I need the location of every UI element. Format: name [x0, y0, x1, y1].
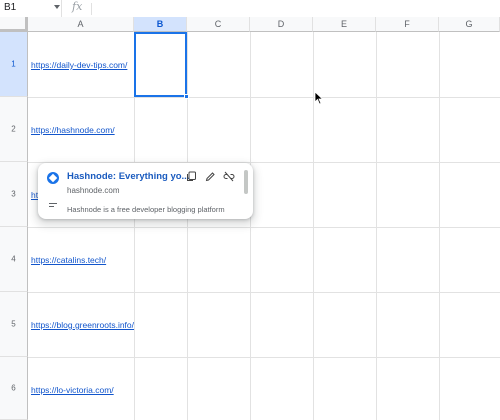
fill-handle[interactable]	[184, 94, 189, 99]
link-preview-domain: hashnode.com	[67, 186, 120, 195]
grid-line	[439, 32, 440, 420]
row-header-5[interactable]: 5	[0, 292, 28, 357]
row-header-1[interactable]: 1	[0, 32, 28, 97]
grid-line	[28, 357, 500, 358]
grid-line	[376, 32, 377, 420]
formula-input[interactable]	[96, 2, 496, 15]
copy-link-icon[interactable]	[185, 170, 198, 183]
card-scrollbar[interactable]	[244, 170, 248, 194]
row-header-3[interactable]: 3	[0, 162, 28, 227]
cell-grid[interactable]	[28, 32, 500, 420]
name-box-value: B1	[4, 2, 17, 13]
grid-line	[250, 32, 251, 420]
column-header-f[interactable]: F	[376, 17, 439, 32]
column-header-b[interactable]: B	[134, 17, 187, 32]
cell-a4-link[interactable]: https://catalins.tech/	[31, 255, 106, 265]
fx-icon: fx	[72, 0, 83, 13]
row-number: 6	[11, 383, 16, 393]
link-preview-card[interactable]: Hashnode: Everything yo... hashnode.com …	[38, 163, 253, 219]
row-header-6[interactable]: 6	[0, 357, 28, 420]
cell-a2-link[interactable]: https://hashnode.com/	[31, 125, 115, 135]
mouse-pointer-icon	[314, 91, 324, 105]
row-number: 5	[11, 319, 16, 329]
edit-link-icon[interactable]	[204, 170, 217, 183]
row-number: 4	[11, 254, 16, 264]
formula-bar: B1 fx	[0, 0, 500, 18]
active-cell-b1[interactable]	[134, 32, 187, 97]
description-icon	[49, 203, 57, 208]
row-header-4[interactable]: 4	[0, 227, 28, 292]
chevron-down-icon[interactable]	[54, 5, 60, 9]
remove-link-icon[interactable]	[222, 170, 235, 183]
column-header-a[interactable]: A	[28, 17, 134, 32]
row-number: 2	[11, 124, 16, 134]
column-header-e[interactable]: E	[313, 17, 376, 32]
grid-line	[187, 32, 188, 420]
column-header-d[interactable]: D	[250, 17, 313, 32]
name-box[interactable]: B1	[0, 0, 62, 17]
cell-a1-link[interactable]: https://daily-dev-tips.com/	[31, 60, 127, 70]
link-preview-description: Hashnode is a free developer blogging pl…	[67, 205, 225, 214]
cell-a5-link[interactable]: https://blog.greenroots.info/	[31, 320, 134, 330]
formula-divider	[91, 3, 92, 15]
row-number: 1	[11, 59, 16, 69]
cell-a6-link[interactable]: https://lo-victoria.com/	[31, 385, 114, 395]
grid-line	[28, 227, 500, 228]
row-header-2[interactable]: 2	[0, 97, 28, 162]
grid-line	[28, 292, 500, 293]
select-all-corner[interactable]	[0, 17, 28, 32]
grid-line	[28, 97, 500, 98]
hashnode-favicon-icon	[47, 172, 59, 184]
link-preview-title[interactable]: Hashnode: Everything yo...	[67, 171, 197, 182]
column-header-c[interactable]: C	[187, 17, 250, 32]
column-header-g[interactable]: G	[439, 17, 500, 32]
row-number: 3	[11, 189, 16, 199]
